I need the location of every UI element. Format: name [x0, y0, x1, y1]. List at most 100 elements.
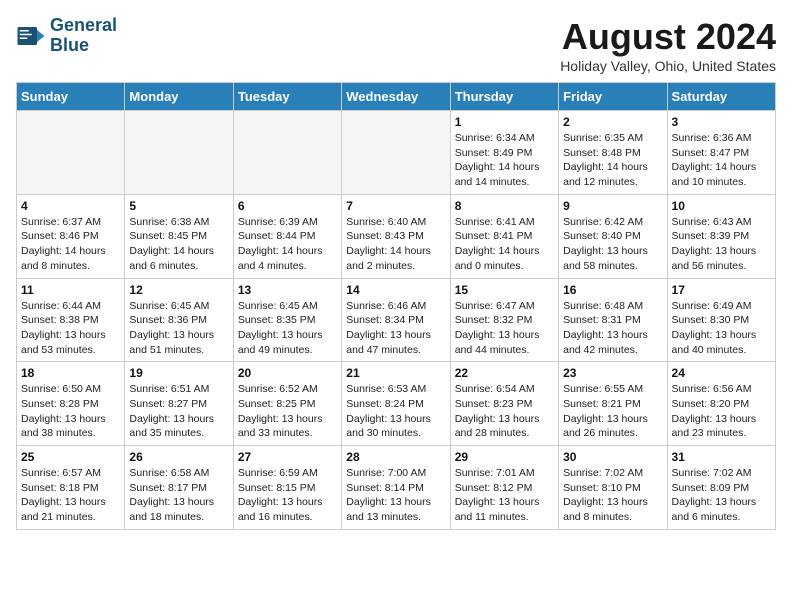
calendar-cell: 14 Sunrise: 6:46 AM Sunset: 8:34 PM Dayli… — [342, 278, 450, 362]
calendar-title: August 2024 — [560, 16, 776, 58]
day-info: Sunrise: 6:58 AM Sunset: 8:17 PM Dayligh… — [129, 466, 228, 525]
calendar-cell: 30Sunrise: 7:02 AM Sunset: 8:10 PM Dayli… — [559, 446, 667, 530]
calendar-cell: 28Sunrise: 7:00 AM Sunset: 8:14 PM Dayli… — [342, 446, 450, 530]
day-info: Sunrise: 6:47 AM Sunset: 8:32 PM Dayligh… — [455, 299, 554, 358]
calendar-cell: 20Sunrise: 6:52 AM Sunset: 8:25 PM Dayli… — [233, 362, 341, 446]
day-info: Sunrise: 7:02 AM Sunset: 8:09 PM Dayligh… — [672, 466, 771, 525]
day-number: 24 — [672, 366, 771, 380]
day-number: 10 — [672, 199, 771, 213]
header-cell-tuesday: Tuesday — [233, 83, 341, 111]
calendar-cell: 21Sunrise: 6:53 AM Sunset: 8:24 PM Dayli… — [342, 362, 450, 446]
day-number: 14 — [346, 283, 445, 297]
calendar-cell: 29Sunrise: 7:01 AM Sunset: 8:12 PM Dayli… — [450, 446, 558, 530]
week-row-1: 1 Sunrise: 6:34 AM Sunset: 8:49 PM Daylig… — [17, 111, 776, 195]
calendar-cell: 26Sunrise: 6:58 AM Sunset: 8:17 PM Dayli… — [125, 446, 233, 530]
day-number: 8 — [455, 199, 554, 213]
logo-icon — [16, 21, 46, 51]
day-info: Sunrise: 7:00 AM Sunset: 8:14 PM Dayligh… — [346, 466, 445, 525]
calendar-cell: 2 Sunrise: 6:35 AM Sunset: 8:48 PM Daylig… — [559, 111, 667, 195]
header-cell-monday: Monday — [125, 83, 233, 111]
day-number: 31 — [672, 450, 771, 464]
calendar-cell: 6 Sunrise: 6:39 AM Sunset: 8:44 PM Daylig… — [233, 194, 341, 278]
day-info: Sunrise: 6:34 AM Sunset: 8:49 PM Dayligh… — [455, 131, 554, 190]
day-info: Sunrise: 6:41 AM Sunset: 8:41 PM Dayligh… — [455, 215, 554, 274]
day-number: 17 — [672, 283, 771, 297]
calendar-cell: 9 Sunrise: 6:42 AM Sunset: 8:40 PM Daylig… — [559, 194, 667, 278]
day-info: Sunrise: 6:49 AM Sunset: 8:30 PM Dayligh… — [672, 299, 771, 358]
calendar-cell: 10 Sunrise: 6:43 AM Sunset: 8:39 PM Dayli… — [667, 194, 775, 278]
calendar-body: 1 Sunrise: 6:34 AM Sunset: 8:49 PM Daylig… — [17, 111, 776, 530]
calendar-header: SundayMondayTuesdayWednesdayThursdayFrid… — [17, 83, 776, 111]
calendar-cell — [342, 111, 450, 195]
week-row-3: 11 Sunrise: 6:44 AM Sunset: 8:38 PM Dayli… — [17, 278, 776, 362]
day-number: 25 — [21, 450, 120, 464]
day-info: Sunrise: 6:40 AM Sunset: 8:43 PM Dayligh… — [346, 215, 445, 274]
day-info: Sunrise: 6:45 AM Sunset: 8:36 PM Dayligh… — [129, 299, 228, 358]
day-info: Sunrise: 6:37 AM Sunset: 8:46 PM Dayligh… — [21, 215, 120, 274]
day-number: 2 — [563, 115, 662, 129]
calendar-cell: 27 Sunrise: 6:59 AM Sunset: 8:15 PM Dayli… — [233, 446, 341, 530]
calendar-cell: 23 Sunrise: 6:55 AM Sunset: 8:21 PM Dayli… — [559, 362, 667, 446]
day-info: Sunrise: 7:02 AM Sunset: 8:10 PM Dayligh… — [563, 466, 662, 525]
logo-text: General Blue — [50, 16, 117, 56]
logo-line2: Blue — [50, 35, 89, 55]
header-cell-thursday: Thursday — [450, 83, 558, 111]
day-info: Sunrise: 6:50 AM Sunset: 8:28 PM Dayligh… — [21, 382, 120, 441]
calendar-cell: 11 Sunrise: 6:44 AM Sunset: 8:38 PM Dayli… — [17, 278, 125, 362]
day-number: 19 — [129, 366, 228, 380]
calendar-cell — [125, 111, 233, 195]
day-info: Sunrise: 6:42 AM Sunset: 8:40 PM Dayligh… — [563, 215, 662, 274]
day-number: 22 — [455, 366, 554, 380]
day-info: Sunrise: 6:56 AM Sunset: 8:20 PM Dayligh… — [672, 382, 771, 441]
day-info: Sunrise: 6:46 AM Sunset: 8:34 PM Dayligh… — [346, 299, 445, 358]
logo-line1: General — [50, 15, 117, 35]
day-number: 6 — [238, 199, 337, 213]
day-number: 23 — [563, 366, 662, 380]
day-number: 18 — [21, 366, 120, 380]
day-number: 11 — [21, 283, 120, 297]
day-number: 29 — [455, 450, 554, 464]
calendar-cell: 31 Sunrise: 7:02 AM Sunset: 8:09 PM Dayli… — [667, 446, 775, 530]
day-number: 3 — [672, 115, 771, 129]
day-info: Sunrise: 6:44 AM Sunset: 8:38 PM Dayligh… — [21, 299, 120, 358]
header: General Blue August 2024 Holiday Valley,… — [16, 16, 776, 74]
week-row-5: 25 Sunrise: 6:57 AM Sunset: 8:18 PM Dayli… — [17, 446, 776, 530]
logo: General Blue — [16, 16, 117, 56]
day-info: Sunrise: 6:55 AM Sunset: 8:21 PM Dayligh… — [563, 382, 662, 441]
day-info: Sunrise: 6:59 AM Sunset: 8:15 PM Dayligh… — [238, 466, 337, 525]
day-info: Sunrise: 6:51 AM Sunset: 8:27 PM Dayligh… — [129, 382, 228, 441]
day-number: 9 — [563, 199, 662, 213]
day-info: Sunrise: 6:38 AM Sunset: 8:45 PM Dayligh… — [129, 215, 228, 274]
day-number: 7 — [346, 199, 445, 213]
calendar-cell: 25 Sunrise: 6:57 AM Sunset: 8:18 PM Dayli… — [17, 446, 125, 530]
day-number: 12 — [129, 283, 228, 297]
calendar-cell: 7 Sunrise: 6:40 AM Sunset: 8:43 PM Daylig… — [342, 194, 450, 278]
day-info: Sunrise: 6:45 AM Sunset: 8:35 PM Dayligh… — [238, 299, 337, 358]
day-info: Sunrise: 6:39 AM Sunset: 8:44 PM Dayligh… — [238, 215, 337, 274]
header-cell-wednesday: Wednesday — [342, 83, 450, 111]
day-number: 27 — [238, 450, 337, 464]
calendar-cell: 4 Sunrise: 6:37 AM Sunset: 8:46 PM Daylig… — [17, 194, 125, 278]
calendar-cell: 12 Sunrise: 6:45 AM Sunset: 8:36 PM Dayli… — [125, 278, 233, 362]
header-cell-saturday: Saturday — [667, 83, 775, 111]
calendar-cell: 22Sunrise: 6:54 AM Sunset: 8:23 PM Dayli… — [450, 362, 558, 446]
day-info: Sunrise: 6:57 AM Sunset: 8:18 PM Dayligh… — [21, 466, 120, 525]
day-info: Sunrise: 6:52 AM Sunset: 8:25 PM Dayligh… — [238, 382, 337, 441]
calendar-cell: 17 Sunrise: 6:49 AM Sunset: 8:30 PM Dayli… — [667, 278, 775, 362]
calendar-cell: 16Sunrise: 6:48 AM Sunset: 8:31 PM Dayli… — [559, 278, 667, 362]
calendar-cell: 24 Sunrise: 6:56 AM Sunset: 8:20 PM Dayli… — [667, 362, 775, 446]
day-number: 1 — [455, 115, 554, 129]
week-row-4: 18 Sunrise: 6:50 AM Sunset: 8:28 PM Dayli… — [17, 362, 776, 446]
day-info: Sunrise: 6:43 AM Sunset: 8:39 PM Dayligh… — [672, 215, 771, 274]
day-info: Sunrise: 6:48 AM Sunset: 8:31 PM Dayligh… — [563, 299, 662, 358]
calendar-cell: 1 Sunrise: 6:34 AM Sunset: 8:49 PM Daylig… — [450, 111, 558, 195]
day-info: Sunrise: 6:36 AM Sunset: 8:47 PM Dayligh… — [672, 131, 771, 190]
day-number: 4 — [21, 199, 120, 213]
calendar-cell: 8 Sunrise: 6:41 AM Sunset: 8:41 PM Daylig… — [450, 194, 558, 278]
calendar-cell — [17, 111, 125, 195]
header-row: SundayMondayTuesdayWednesdayThursdayFrid… — [17, 83, 776, 111]
day-info: Sunrise: 6:53 AM Sunset: 8:24 PM Dayligh… — [346, 382, 445, 441]
header-cell-sunday: Sunday — [17, 83, 125, 111]
day-info: Sunrise: 6:35 AM Sunset: 8:48 PM Dayligh… — [563, 131, 662, 190]
calendar-cell: 18 Sunrise: 6:50 AM Sunset: 8:28 PM Dayli… — [17, 362, 125, 446]
